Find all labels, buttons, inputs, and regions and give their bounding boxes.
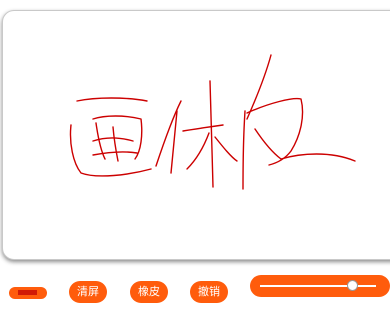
stroke (242, 110, 246, 190)
stroke (246, 54, 272, 120)
stroke (92, 151, 138, 156)
handwriting-strokes (69, 54, 356, 190)
stroke (186, 132, 210, 170)
stroke (254, 128, 356, 162)
stroke (112, 126, 119, 162)
undo-button[interactable]: 撤销 (190, 281, 228, 303)
slider-thumb[interactable] (347, 280, 359, 291)
stroke (76, 97, 148, 102)
stroke (209, 80, 214, 188)
toolbar: 清屏 橡皮 撤销 (0, 270, 390, 320)
clear-button[interactable]: 清屏 (69, 281, 107, 303)
color-picker-button[interactable] (9, 287, 47, 299)
color-swatch (18, 290, 37, 295)
eraser-button[interactable]: 橡皮 (130, 281, 168, 303)
brush-size-slider[interactable] (250, 275, 390, 297)
slider-track (260, 285, 376, 287)
stroke (246, 97, 304, 166)
drawing-canvas[interactable] (2, 10, 390, 260)
stroke (214, 136, 238, 162)
stroke (182, 124, 224, 132)
